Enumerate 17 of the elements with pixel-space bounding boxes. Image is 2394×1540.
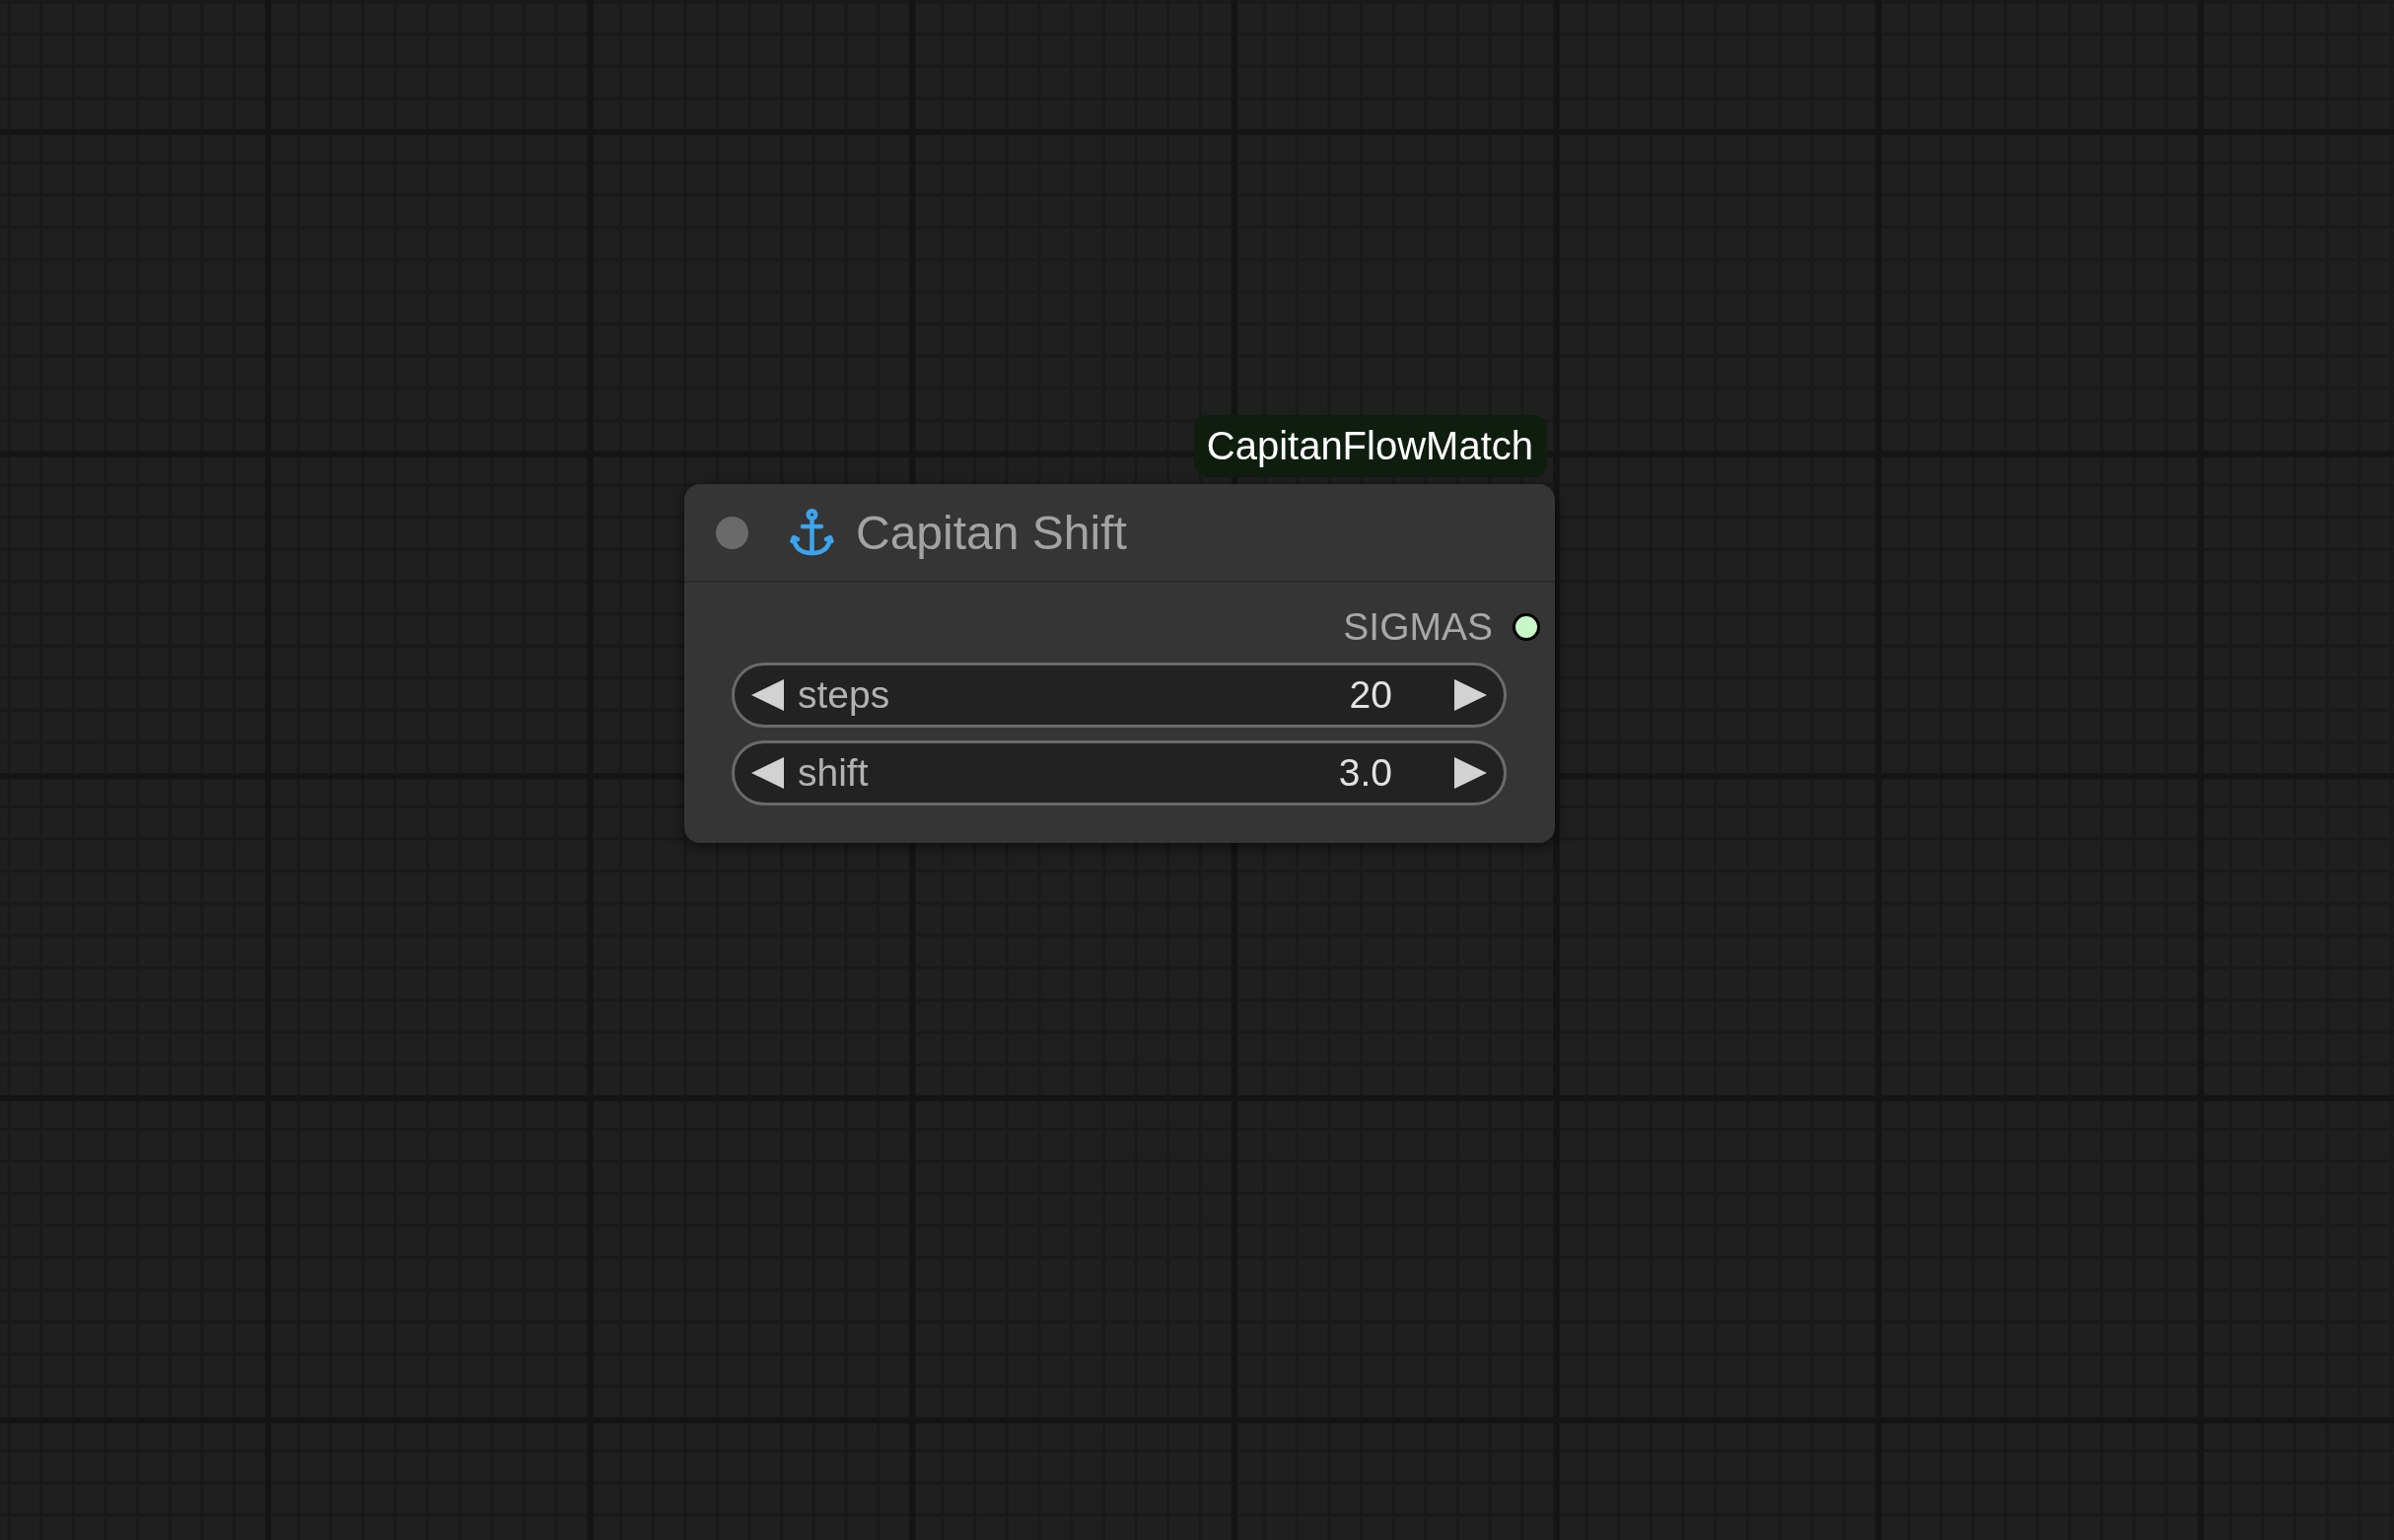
- output-slot-icon[interactable]: [1513, 613, 1540, 641]
- anchor-icon: [790, 509, 834, 556]
- right-arrow-icon[interactable]: [1454, 679, 1487, 711]
- number-field[interactable]: steps 20: [732, 663, 1507, 728]
- widget-value: 3.0: [1338, 751, 1392, 795]
- node-card[interactable]: Capitan Shift SIGMAS steps 20 shift 3.0: [684, 484, 1555, 843]
- output-label: SIGMAS: [1343, 605, 1493, 649]
- widget-label: steps: [798, 673, 890, 717]
- right-arrow-icon[interactable]: [1454, 757, 1487, 789]
- left-arrow-icon[interactable]: [751, 679, 784, 711]
- node-title: Capitan Shift: [856, 505, 1127, 560]
- left-arrow-icon[interactable]: [751, 757, 784, 789]
- collapse-dot-icon[interactable]: [716, 516, 748, 549]
- number-field[interactable]: shift 3.0: [732, 740, 1507, 805]
- source-badge: CapitanFlowMatch: [1193, 415, 1547, 477]
- widget-label: shift: [798, 751, 869, 795]
- widget-value: 20: [1349, 673, 1392, 717]
